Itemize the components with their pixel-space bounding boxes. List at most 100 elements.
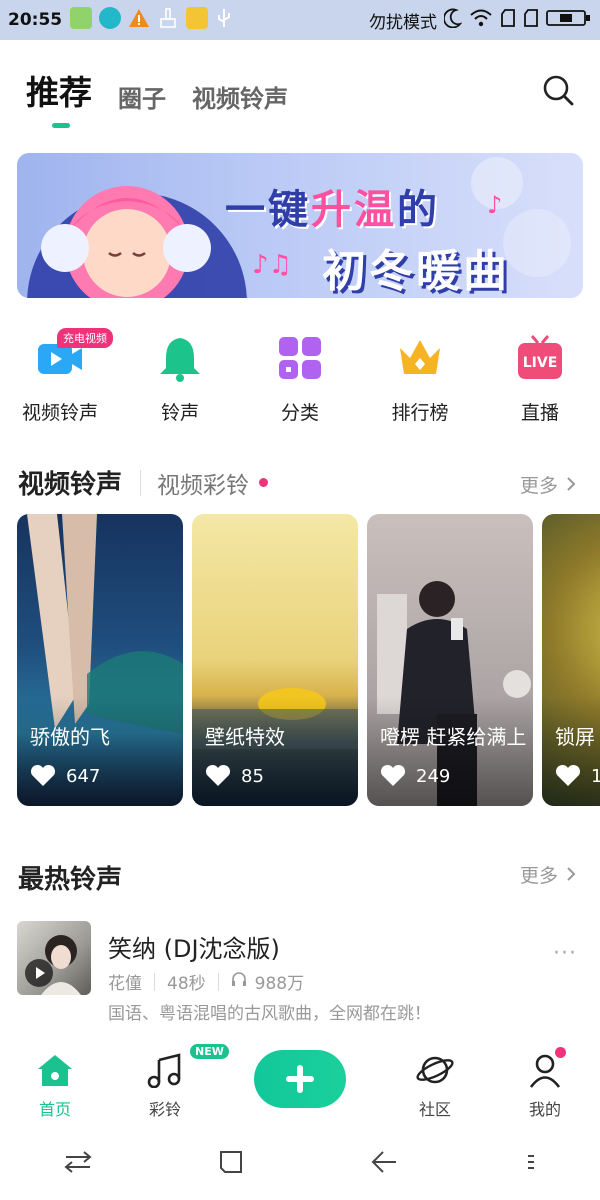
video-section-header: 视频铃声 视频彩铃 bbox=[18, 464, 269, 501]
quick-actions: 充电视频 视频铃声 铃声 分类 排行榜 LIVE 直播 bbox=[0, 328, 600, 425]
meta-divider bbox=[154, 972, 155, 991]
promo-banner[interactable]: ♪♫ ♪ 一键升温的 初冬暖曲 bbox=[17, 153, 583, 298]
quick-label: 排行榜 bbox=[391, 402, 449, 424]
app-screen: 20:55 勿扰模式 推荐 圈子 视频铃声 ♪♫ ♪ 一键升温的 初冬暖曲 充电… bbox=[0, 0, 600, 1200]
video-title: 骄傲的飞 bbox=[30, 725, 110, 749]
quick-label: 分类 bbox=[280, 402, 319, 424]
nav-label: 我的 bbox=[528, 1100, 561, 1119]
video-more-link[interactable]: 更多 bbox=[520, 471, 578, 498]
hot-section-header: 最热铃声 bbox=[18, 859, 122, 896]
system-nav-bar bbox=[0, 1128, 600, 1200]
video-card[interactable]: 锁屏 1 bbox=[542, 514, 600, 806]
video-card[interactable]: 壁纸特效 85 bbox=[192, 514, 358, 806]
nav-community[interactable]: 社区 bbox=[380, 1036, 490, 1120]
nav-home[interactable]: 首页 bbox=[0, 1036, 110, 1120]
status-bar: 20:55 勿扰模式 bbox=[0, 0, 600, 40]
live-tv-icon: LIVE bbox=[516, 334, 564, 382]
quick-label: 直播 bbox=[520, 402, 559, 424]
usb-icon bbox=[215, 7, 233, 33]
battery-icon bbox=[546, 8, 592, 33]
notification-icons bbox=[70, 7, 233, 33]
status-time: 20:55 bbox=[8, 10, 63, 30]
sim2-icon bbox=[523, 8, 539, 33]
video-title: 锁屏 bbox=[555, 725, 595, 749]
hot-section-title: 最热铃声 bbox=[18, 865, 123, 895]
card-gradient bbox=[367, 696, 533, 806]
nav-profile[interactable]: 我的 bbox=[490, 1036, 600, 1120]
wifi-icon bbox=[469, 8, 493, 33]
song-plays: 988万 bbox=[254, 974, 305, 994]
card-gradient bbox=[17, 696, 183, 806]
song-cover[interactable] bbox=[17, 921, 91, 995]
moon-icon bbox=[443, 8, 463, 33]
play-icon[interactable] bbox=[25, 959, 53, 987]
nav-label: 彩铃 bbox=[148, 1100, 181, 1119]
home-icon bbox=[35, 1052, 75, 1092]
video-card-row: 骄傲的飞 647 壁纸特效 85 噔楞 赶紧给满上 249 锁屏 1 bbox=[17, 514, 600, 806]
sim1-icon bbox=[500, 8, 516, 33]
tab-circle[interactable]: 圈子 bbox=[118, 79, 166, 114]
heart-icon bbox=[555, 764, 581, 786]
app-notification-icon bbox=[99, 7, 122, 29]
bottom-nav: 首页 NEW 彩铃 社区 我的 bbox=[0, 1036, 600, 1128]
banner-headline: 一键升温的 bbox=[225, 177, 440, 235]
likes-count: 85 bbox=[241, 765, 264, 787]
nav-label: 社区 bbox=[418, 1100, 451, 1119]
heart-icon bbox=[30, 764, 56, 786]
folder-icon bbox=[186, 7, 209, 29]
menu-icon[interactable] bbox=[524, 1149, 538, 1179]
video-title: 壁纸特效 bbox=[205, 725, 285, 749]
hot-more-link[interactable]: 更多 bbox=[520, 861, 578, 888]
headphones-icon bbox=[231, 971, 247, 992]
warning-icon bbox=[128, 7, 150, 33]
search-icon[interactable] bbox=[542, 74, 574, 106]
video-card[interactable]: 噔楞 赶紧给满上 249 bbox=[367, 514, 533, 806]
brush-icon bbox=[157, 7, 179, 33]
new-dot bbox=[259, 478, 269, 487]
nav-coloring-ringtone[interactable]: NEW 彩铃 bbox=[110, 1036, 229, 1120]
more-label: 更多 bbox=[519, 865, 558, 887]
banner-subheadline: 初冬暖曲 bbox=[322, 246, 510, 297]
tab-recommend[interactable]: 推荐 bbox=[26, 66, 92, 128]
quick-live[interactable]: LIVE 直播 bbox=[480, 334, 600, 425]
switch-apps-icon[interactable] bbox=[63, 1149, 93, 1179]
banner-text-c: 的 bbox=[397, 187, 440, 233]
video-coloring-tab[interactable]: 视频彩铃 bbox=[157, 466, 249, 500]
quick-ranking[interactable]: 排行榜 bbox=[360, 334, 480, 425]
banner-text-highlight: 升温 bbox=[311, 187, 397, 233]
profile-icon bbox=[525, 1052, 565, 1092]
new-badge: NEW bbox=[190, 1044, 229, 1059]
music-note-icon bbox=[145, 1052, 185, 1092]
top-tabs: 推荐 圈子 视频铃声 bbox=[26, 66, 288, 128]
home-square-icon[interactable] bbox=[218, 1149, 244, 1179]
heart-icon bbox=[380, 764, 406, 786]
video-section-title[interactable]: 视频铃声 bbox=[18, 464, 122, 501]
tab-video-ringtone[interactable]: 视频铃声 bbox=[192, 79, 288, 114]
song-duration: 48秒 bbox=[167, 974, 206, 994]
svg-text:♪♫: ♪♫ bbox=[252, 250, 292, 280]
quick-ringtone[interactable]: 铃声 bbox=[120, 334, 240, 425]
nav-create[interactable] bbox=[220, 1036, 380, 1108]
status-right: 勿扰模式 bbox=[369, 8, 592, 33]
back-arrow-icon[interactable] bbox=[369, 1149, 399, 1179]
quick-category[interactable]: 分类 bbox=[240, 334, 360, 425]
quick-video-ringtone[interactable]: 充电视频 视频铃声 bbox=[0, 328, 120, 425]
song-list-item[interactable]: 笑纳 (DJ沈念版) 花僮 48秒 988万 国语、粤语混唱的古风歌曲，全网都在… bbox=[17, 921, 583, 1024]
add-button[interactable] bbox=[254, 1050, 346, 1108]
quick-label: 铃声 bbox=[160, 402, 199, 424]
chevron-right-icon bbox=[564, 865, 578, 887]
nav-label: 首页 bbox=[38, 1100, 71, 1119]
svg-text:♪: ♪ bbox=[487, 191, 502, 219]
more-options-icon[interactable]: ··· bbox=[553, 941, 577, 966]
banner-text-a: 一键 bbox=[225, 187, 311, 233]
video-card[interactable]: 骄傲的飞 647 bbox=[17, 514, 183, 806]
more-label: 更多 bbox=[519, 475, 558, 497]
likes-count: 249 bbox=[416, 765, 451, 787]
card-gradient bbox=[192, 696, 358, 806]
add-icon bbox=[286, 1065, 314, 1093]
video-likes: 249 bbox=[380, 764, 450, 788]
notification-dot bbox=[555, 1047, 566, 1058]
likes-count: 647 bbox=[66, 765, 101, 787]
video-likes: 85 bbox=[205, 764, 264, 788]
charge-video-badge: 充电视频 bbox=[57, 328, 113, 348]
